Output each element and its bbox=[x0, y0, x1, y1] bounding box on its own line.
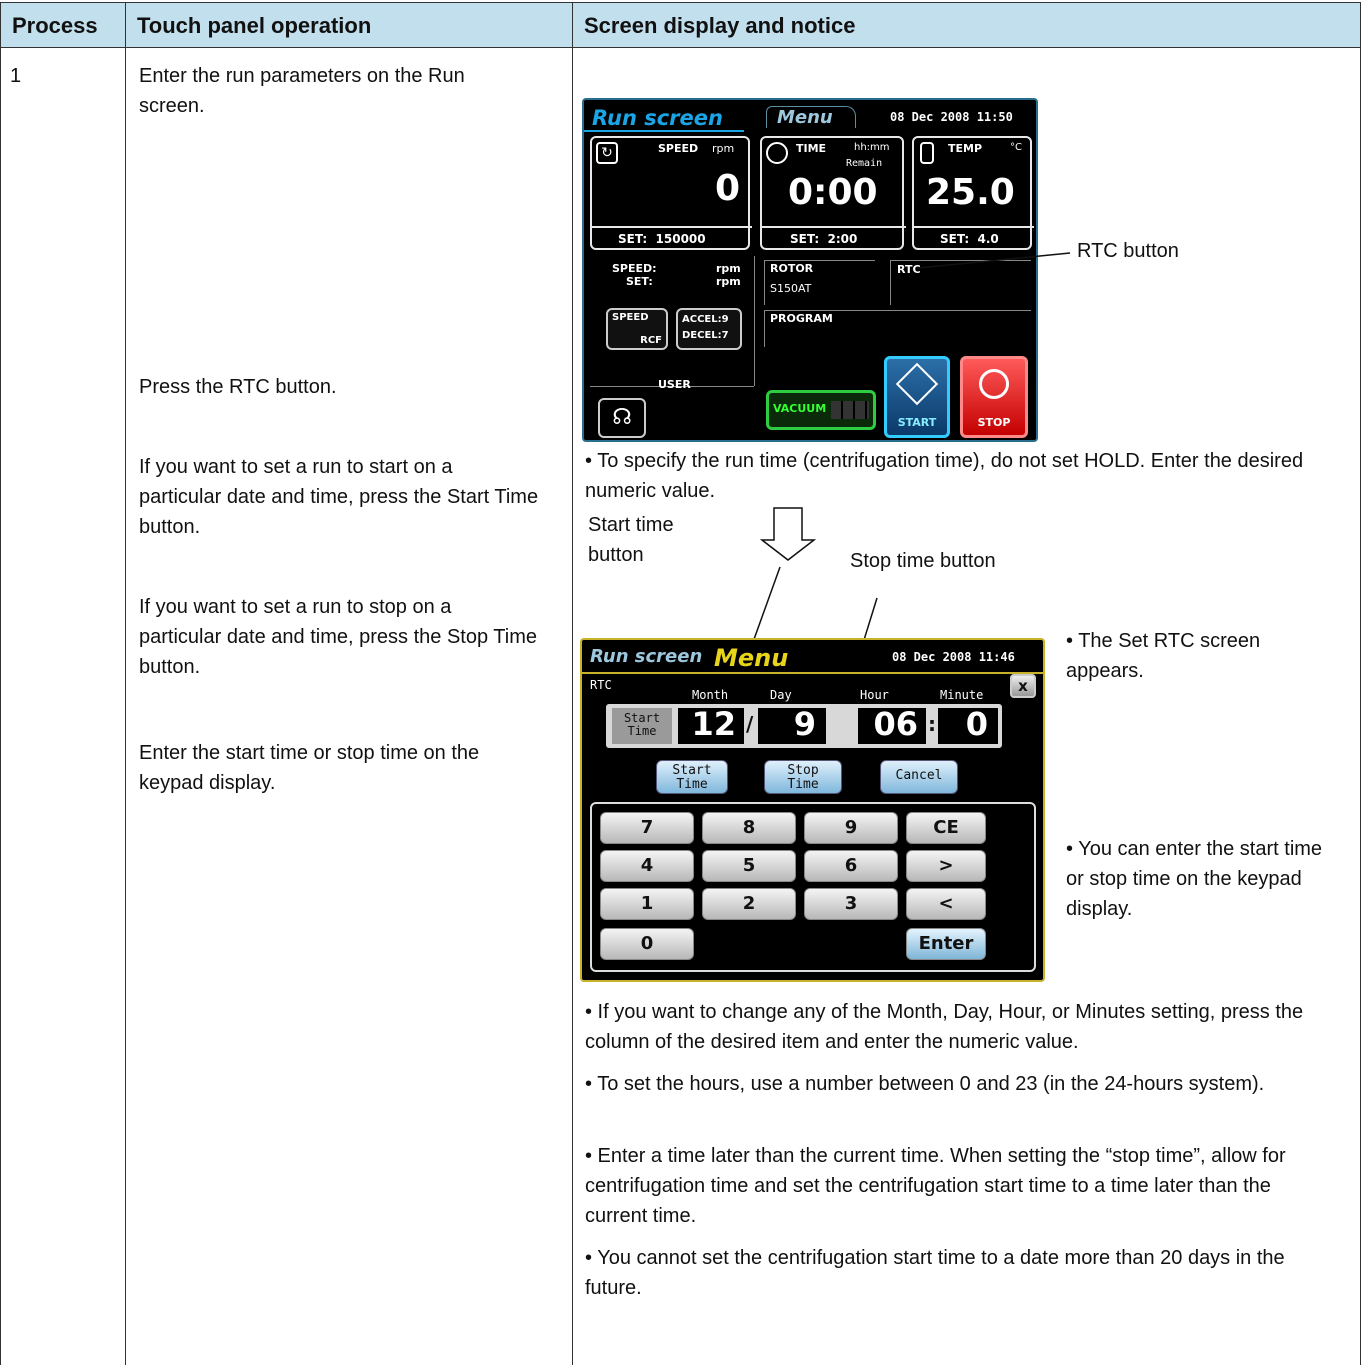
mode-line2: Time bbox=[627, 724, 657, 738]
start-time-callout: Start time button bbox=[588, 514, 674, 566]
key-enter[interactable]: Enter bbox=[906, 928, 986, 960]
hour-value: 06 bbox=[873, 705, 918, 743]
notice-later-time: • Enter a time later than the current ti… bbox=[585, 1145, 1286, 1227]
key-4[interactable]: 4 bbox=[600, 850, 694, 882]
rtc-tab-underline bbox=[582, 672, 1043, 674]
rtc-screen-panel: Run screen Menu 08 Dec 2008 11:46 x RTC … bbox=[580, 638, 1045, 982]
key-1[interactable]: 1 bbox=[600, 888, 694, 920]
start-time-button[interactable]: Start Time bbox=[656, 760, 728, 794]
day-value: 9 bbox=[793, 705, 816, 743]
key-next[interactable]: > bbox=[906, 850, 986, 882]
key-5[interactable]: 5 bbox=[702, 850, 796, 882]
key-9[interactable]: 9 bbox=[804, 812, 898, 844]
start-time-line2: Time bbox=[676, 777, 708, 792]
key-2[interactable]: 2 bbox=[702, 888, 796, 920]
month-field[interactable]: 12 bbox=[678, 705, 744, 744]
notice-run-time: • To specify the run time (centrifugatio… bbox=[585, 450, 1304, 502]
day-field[interactable]: 9 bbox=[758, 705, 826, 744]
col-hour: Hour bbox=[860, 688, 889, 702]
stop-time-button[interactable]: Stop Time bbox=[764, 760, 842, 794]
mode-line1: Start bbox=[623, 711, 661, 725]
month-value: 12 bbox=[691, 705, 736, 743]
cancel-button[interactable]: Cancel bbox=[880, 760, 958, 794]
minute-value: 0 bbox=[965, 705, 988, 743]
stop-time-callout: Stop time button bbox=[850, 550, 996, 572]
rtc-button-callout: RTC button bbox=[1077, 240, 1179, 262]
col-day: Day bbox=[770, 688, 792, 702]
close-icon: x bbox=[1018, 677, 1028, 695]
key-0[interactable]: 0 bbox=[600, 928, 694, 960]
notice-set-rtc-appears: • The Set RTC screen appears. bbox=[1066, 630, 1261, 682]
stop-time-line1: Stop bbox=[787, 763, 819, 778]
rtc-datetime: 08 Dec 2008 11:46 bbox=[892, 650, 1015, 664]
col-minute: Minute bbox=[940, 688, 984, 702]
close-button[interactable]: x bbox=[1010, 674, 1036, 698]
minute-field[interactable]: 0 bbox=[938, 705, 998, 744]
stop-time-line2: Time bbox=[787, 777, 819, 792]
notice-keypad: • You can enter the start time or stop t… bbox=[1066, 838, 1323, 920]
col-month: Month bbox=[692, 688, 729, 702]
cancel-label: Cancel bbox=[895, 768, 943, 783]
key-8[interactable]: 8 bbox=[702, 812, 796, 844]
rtc-tab-menu[interactable]: Menu bbox=[714, 644, 788, 672]
mode-indicator: Start Time bbox=[612, 708, 672, 744]
time-separator: : bbox=[928, 712, 936, 736]
rtc-tab-run-screen[interactable]: Run screen bbox=[590, 646, 702, 667]
start-time-line1: Start bbox=[672, 763, 712, 778]
key-3[interactable]: 3 bbox=[804, 888, 898, 920]
key-prev[interactable]: < bbox=[906, 888, 986, 920]
notice-hours-range: • To set the hours, use a number between… bbox=[585, 1073, 1265, 1095]
date-separator: / bbox=[746, 712, 754, 736]
rtc-title: RTC bbox=[590, 678, 612, 692]
key-6[interactable]: 6 bbox=[804, 850, 898, 882]
notice-change-setting: • If you want to change any of the Month… bbox=[585, 1001, 1304, 1053]
key-ce[interactable]: CE bbox=[906, 812, 986, 844]
key-7[interactable]: 7 bbox=[600, 812, 694, 844]
hour-field[interactable]: 06 bbox=[858, 705, 926, 744]
notice-twenty-days: • You cannot set the centrifugation star… bbox=[585, 1247, 1285, 1299]
